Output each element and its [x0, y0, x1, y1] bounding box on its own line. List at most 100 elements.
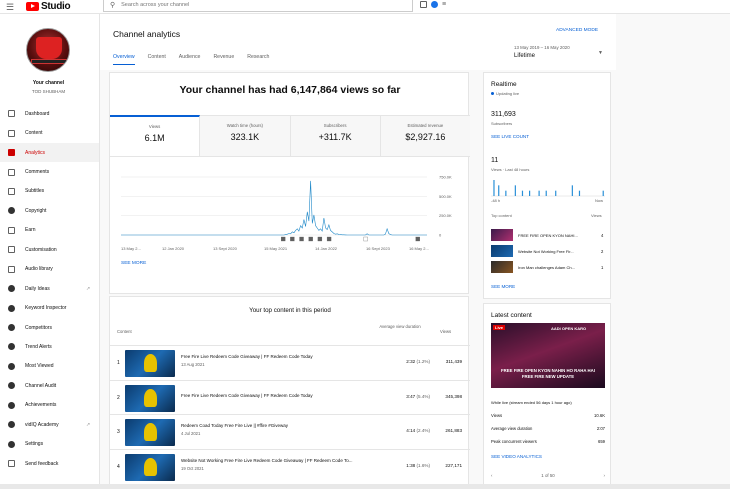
more-icon[interactable]: ≡	[442, 1, 446, 8]
see-video-analytics-link[interactable]: SEE VIDEO ANALYTICS	[491, 454, 542, 459]
search-bar[interactable]: ⚲	[103, 0, 413, 12]
video-marker-icon[interactable]	[326, 236, 332, 242]
video-title[interactable]: Website Not Working Free Fire Live Redee…	[181, 458, 381, 463]
audio-library-icon	[8, 265, 15, 273]
video-marker-icon[interactable]	[299, 236, 304, 242]
sidebar-item-send-feedback[interactable]: Send feedback	[0, 454, 99, 473]
video-marker-icon[interactable]	[415, 236, 420, 242]
row-rank: 3	[117, 429, 120, 435]
realtime-bar	[514, 185, 516, 196]
sidebar-item-comments[interactable]: Comments	[0, 162, 99, 181]
metric-subscribers[interactable]: Subscribers +311.7K	[290, 116, 381, 156]
video-thumbnail[interactable]	[125, 453, 175, 481]
table-row[interactable]: 4 Website Not Working Free Fire Live Red…	[110, 448, 470, 484]
video-thumbnail[interactable]	[125, 419, 175, 446]
menu-icon[interactable]: ☰	[6, 2, 14, 13]
sidebar-item-keyword-inspector[interactable]: Keyword Inspector	[0, 298, 99, 317]
latest-content-title: Latest content	[491, 312, 532, 319]
vidiq-icon	[8, 401, 15, 409]
stat-row: Average view duration 2:07	[491, 426, 605, 431]
sidebar-item-label: Competitors	[25, 324, 52, 331]
list-item[interactable]: Website Not Working Free Fir... 2	[491, 245, 607, 258]
tab-overview[interactable]: Overview	[113, 54, 135, 65]
latest-video-thumbnail[interactable]: Live AADI OPEN KARO FREE FIRE OPEN KYON …	[491, 323, 605, 388]
sidebar-item-content[interactable]: Content	[0, 123, 99, 142]
sidebar-item-copyright[interactable]: Copyright	[0, 201, 99, 220]
see-more-link[interactable]: SEE MORE	[491, 284, 515, 289]
video-thumbnail[interactable]	[125, 384, 175, 412]
next-icon[interactable]: ›	[604, 473, 605, 478]
sidebar-item-daily-ideas[interactable]: Daily Ideas ↗	[0, 279, 99, 298]
account-avatar-icon[interactable]	[431, 1, 438, 8]
sidebar-item-customisation[interactable]: Customisation	[0, 240, 99, 259]
table-row[interactable]: 3 Redeem Coad Today Free Fire Live || #f…	[110, 414, 470, 449]
prev-icon[interactable]: ‹	[491, 473, 492, 478]
subtitles-icon	[8, 187, 15, 195]
video-title[interactable]: Free Fire Live Redeem Code Giveaway | FF…	[181, 354, 381, 359]
sidebar-item-most-viewed[interactable]: Most Viewed	[0, 357, 99, 376]
chevron-down-icon[interactable]: ▼	[598, 50, 603, 56]
video-title[interactable]: Website Not Working Free Fir...	[518, 249, 598, 254]
avg-view-duration: 2:32 (1.2%)	[380, 359, 430, 364]
studio-page: { "header": { "logo_text": "Studio", "se…	[0, 0, 730, 489]
col-header-avd: Average view duration	[379, 324, 421, 329]
video-marker-icon[interactable]	[281, 236, 286, 242]
sidebar-item-label: vidIQ Academy	[25, 421, 59, 428]
pager: ‹ 1 of 50 ›	[491, 473, 605, 478]
video-title[interactable]: FREE FIRE OPEN KYON NAHI...	[518, 233, 598, 238]
video-marker-icon[interactable]	[363, 236, 368, 242]
sidebar-item-trend-alerts[interactable]: Trend Alerts	[0, 337, 99, 356]
axis-left-label: -48 h	[491, 198, 501, 203]
tab-revenue[interactable]: Revenue	[213, 54, 234, 65]
realtime-bar	[602, 190, 604, 196]
list-item[interactable]: Iron Man challenges Adam Ch... 1	[491, 261, 607, 274]
studio-logo[interactable]: Studio	[26, 1, 71, 12]
video-thumbnail[interactable]	[491, 245, 513, 257]
sidebar-item-competitors[interactable]: Competitors	[0, 318, 99, 337]
video-thumbnail[interactable]	[125, 350, 175, 377]
sidebar-item-vidiq-academy[interactable]: vidIQ Academy ↗	[0, 415, 99, 434]
sidebar-item-earn[interactable]: Earn	[0, 221, 99, 240]
video-title[interactable]: Redeem Coad Today Free Fire Live || #ffi…	[181, 423, 381, 428]
realtime-bar	[493, 180, 495, 196]
sidebar-item-channel-audit[interactable]: Channel Audit	[0, 376, 99, 395]
video-marker-icon[interactable]	[290, 236, 295, 242]
col-header-views: Views	[440, 329, 452, 334]
video-title[interactable]: Iron Man challenges Adam Ch...	[518, 265, 598, 270]
create-icon[interactable]	[420, 1, 427, 8]
stat-row: Peak concurrent viewers 659	[491, 439, 605, 444]
video-thumbnail[interactable]	[491, 229, 513, 241]
advanced-mode-link[interactable]: ADVANCED MODE	[556, 28, 598, 33]
video-title[interactable]: Free Fire Live Redeem Code Giveaway | FF…	[181, 393, 381, 398]
video-marker-icon[interactable]	[308, 236, 313, 242]
video-thumbnail[interactable]	[491, 261, 513, 273]
search-input[interactable]	[121, 2, 382, 8]
sidebar-item-dashboard[interactable]: Dashboard	[0, 104, 99, 123]
metric-watch-time[interactable]: Watch time (hours) 323.1K	[200, 116, 291, 156]
channel-avatar[interactable]	[26, 28, 70, 72]
metric-label: Estimated revenue	[407, 123, 444, 128]
sidebar-item-settings[interactable]: Settings	[0, 434, 99, 453]
see-more-link[interactable]: SEE MORE	[121, 261, 146, 266]
table-row[interactable]: 1 Free Fire Live Redeem Code Giveaway | …	[110, 345, 470, 380]
sidebar-item-analytics[interactable]: Analytics	[0, 142, 99, 163]
tab-audience[interactable]: Audience	[179, 54, 201, 65]
analytics-header: Channel analytics Overview Content Audie…	[100, 14, 616, 70]
sidebar-item-achievements[interactable]: Achievements	[0, 396, 99, 415]
period-select[interactable]: Lifetime	[514, 53, 535, 59]
video-marker-icon[interactable]	[317, 236, 323, 242]
x-tick-label: 14 Jan 2022	[315, 246, 338, 251]
tab-research[interactable]: Research	[247, 54, 269, 65]
duration-pct: (1.2%)	[416, 359, 430, 364]
page-title: Channel analytics	[113, 29, 181, 39]
sidebar-item-subtitles[interactable]: Subtitles	[0, 182, 99, 201]
sidebar-item-audio-library[interactable]: Audio library	[0, 260, 99, 279]
table-row[interactable]: 2 Free Fire Live Redeem Code Giveaway | …	[110, 379, 470, 415]
realtime-bar	[529, 190, 531, 196]
sidebar-item-label: Dashboard	[25, 110, 50, 117]
list-item[interactable]: FREE FIRE OPEN KYON NAHI... 4	[491, 229, 607, 242]
metric-revenue[interactable]: Estimated revenue $2,927.16	[380, 116, 470, 156]
metric-views[interactable]: Views 6.1M	[110, 115, 201, 156]
see-live-count-link[interactable]: SEE LIVE COUNT	[491, 134, 529, 139]
tab-content[interactable]: Content	[148, 54, 166, 65]
